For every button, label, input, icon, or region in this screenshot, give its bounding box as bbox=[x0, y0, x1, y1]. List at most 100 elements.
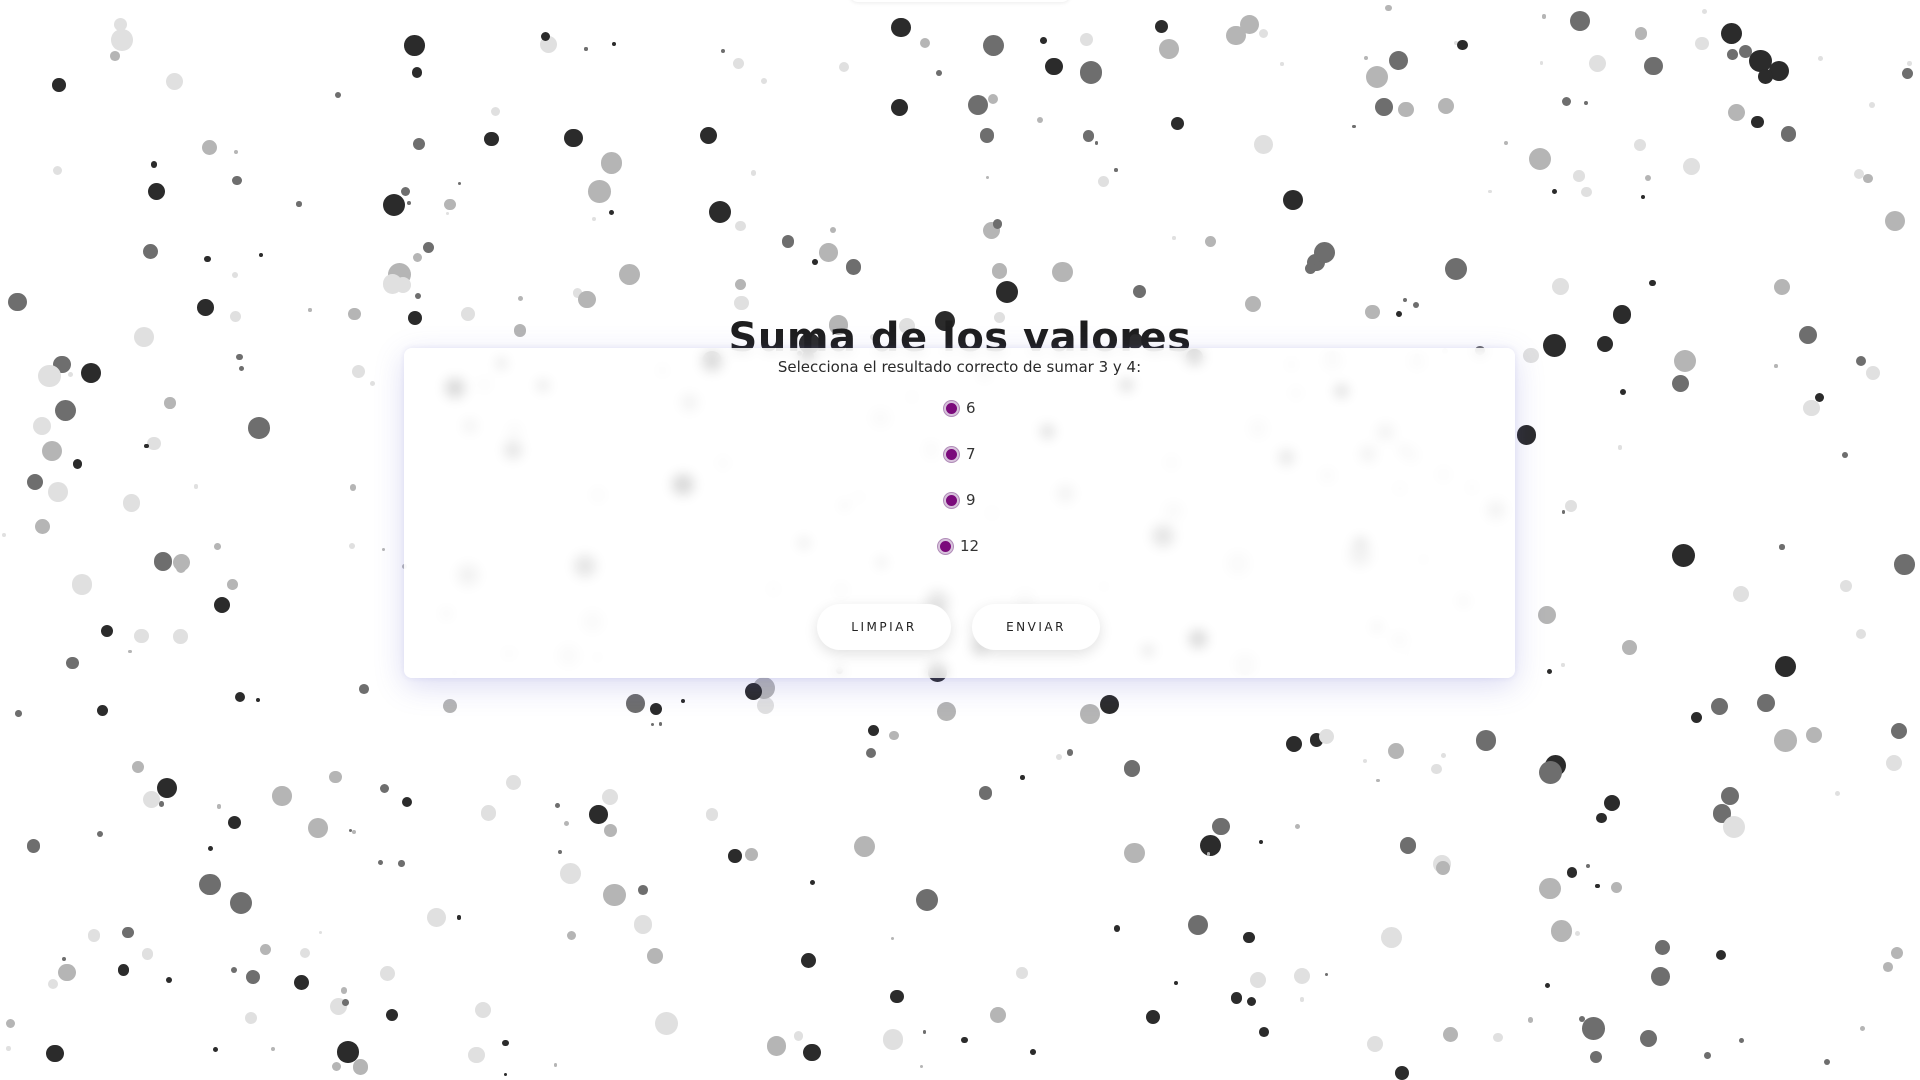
background-dot bbox=[132, 761, 145, 774]
background-dot bbox=[982, 35, 1004, 57]
background-dot bbox=[232, 175, 243, 186]
background-dot bbox=[296, 201, 302, 207]
clear-button[interactable]: LIMPIAR bbox=[817, 604, 951, 650]
background-dot bbox=[658, 722, 663, 727]
background-dot bbox=[1367, 1035, 1384, 1052]
background-dot bbox=[1399, 837, 1417, 854]
background-dot bbox=[258, 252, 263, 257]
background-dot bbox=[1757, 68, 1773, 84]
background-dot bbox=[1682, 157, 1701, 176]
background-dot bbox=[1648, 279, 1656, 287]
background-dot bbox=[1710, 698, 1729, 716]
background-dot bbox=[819, 242, 838, 262]
background-dot bbox=[557, 850, 562, 855]
background-dot bbox=[1701, 9, 1707, 15]
background-dot bbox=[193, 484, 199, 489]
background-dot bbox=[1413, 302, 1420, 309]
background-dot bbox=[891, 17, 911, 38]
background-dot bbox=[370, 380, 376, 386]
background-dot bbox=[1869, 102, 1875, 108]
background-dot bbox=[423, 242, 435, 254]
background-dot bbox=[398, 860, 405, 867]
background-dot bbox=[142, 790, 160, 808]
background-dot bbox=[1055, 753, 1063, 761]
background-dot bbox=[490, 106, 500, 116]
background-dot bbox=[329, 770, 342, 783]
background-dot bbox=[1442, 1026, 1458, 1042]
background-dot bbox=[235, 692, 246, 703]
background-dot bbox=[1247, 996, 1257, 1006]
background-dot bbox=[968, 94, 989, 115]
background-dot bbox=[238, 366, 244, 372]
background-dot bbox=[1581, 186, 1593, 198]
radio-button[interactable] bbox=[944, 492, 959, 508]
background-dot bbox=[867, 724, 879, 736]
option-9[interactable]: 9 bbox=[944, 490, 1064, 510]
background-dot bbox=[1721, 787, 1740, 806]
background-dot bbox=[733, 57, 745, 69]
background-dot bbox=[1545, 982, 1551, 988]
background-dot bbox=[401, 796, 413, 807]
background-dot bbox=[413, 137, 425, 150]
submit-button[interactable]: ENVIAR bbox=[972, 604, 1100, 650]
background-dot bbox=[245, 969, 261, 985]
background-dot bbox=[793, 1031, 804, 1041]
background-dot bbox=[553, 1063, 558, 1067]
background-dot bbox=[1158, 39, 1179, 59]
background-dot bbox=[1691, 711, 1702, 723]
background-dot bbox=[1611, 881, 1623, 893]
background-dot bbox=[248, 417, 270, 439]
background-dot bbox=[986, 175, 990, 179]
background-dot bbox=[1551, 278, 1569, 296]
option-label: 12 bbox=[960, 537, 980, 555]
background-dot bbox=[1253, 135, 1273, 155]
background-dot bbox=[164, 397, 176, 409]
background-dot bbox=[1732, 585, 1749, 602]
background-dot bbox=[1823, 1058, 1831, 1066]
background-dot bbox=[889, 731, 899, 741]
background-dot bbox=[1259, 839, 1264, 845]
background-dot bbox=[612, 42, 617, 47]
background-dot bbox=[1529, 148, 1552, 171]
background-dot bbox=[55, 399, 77, 421]
background-dot bbox=[348, 542, 355, 550]
option-12[interactable]: 12 bbox=[938, 536, 1064, 556]
background-dot bbox=[97, 705, 109, 717]
option-6[interactable]: 6 bbox=[944, 398, 1064, 418]
background-dot bbox=[1640, 1030, 1658, 1048]
background-dot bbox=[1173, 980, 1179, 986]
option-7[interactable]: 7 bbox=[944, 444, 1064, 464]
background-dot bbox=[734, 278, 746, 291]
background-dot bbox=[1352, 124, 1356, 129]
background-dot bbox=[1561, 663, 1565, 667]
background-dot bbox=[1589, 1051, 1602, 1064]
background-dot bbox=[1389, 50, 1409, 70]
background-dot bbox=[1388, 743, 1405, 759]
background-dot bbox=[563, 820, 569, 826]
background-dot bbox=[829, 226, 836, 233]
background-dot bbox=[728, 849, 742, 863]
background-dot bbox=[1082, 130, 1095, 142]
background-dot bbox=[1384, 4, 1392, 12]
background-dot bbox=[681, 698, 686, 704]
radio-button[interactable] bbox=[938, 538, 953, 554]
background-dot bbox=[845, 259, 862, 276]
background-dot bbox=[647, 948, 663, 964]
background-dot bbox=[992, 219, 1003, 230]
radio-button[interactable] bbox=[944, 400, 959, 416]
background-dot bbox=[1015, 967, 1028, 979]
background-dot bbox=[8, 292, 27, 312]
background-dot bbox=[173, 629, 188, 644]
background-dot bbox=[1720, 23, 1742, 45]
background-dot bbox=[1488, 189, 1492, 194]
background-dot bbox=[1376, 778, 1381, 783]
background-dot bbox=[601, 788, 619, 806]
background-dot bbox=[589, 805, 608, 824]
background-dot bbox=[1299, 997, 1304, 1002]
background-dot bbox=[122, 927, 134, 939]
background-dot bbox=[234, 150, 239, 155]
radio-button[interactable] bbox=[944, 446, 959, 462]
background-dot bbox=[989, 1006, 1006, 1023]
background-dot bbox=[245, 1011, 258, 1024]
background-dot bbox=[426, 908, 446, 928]
